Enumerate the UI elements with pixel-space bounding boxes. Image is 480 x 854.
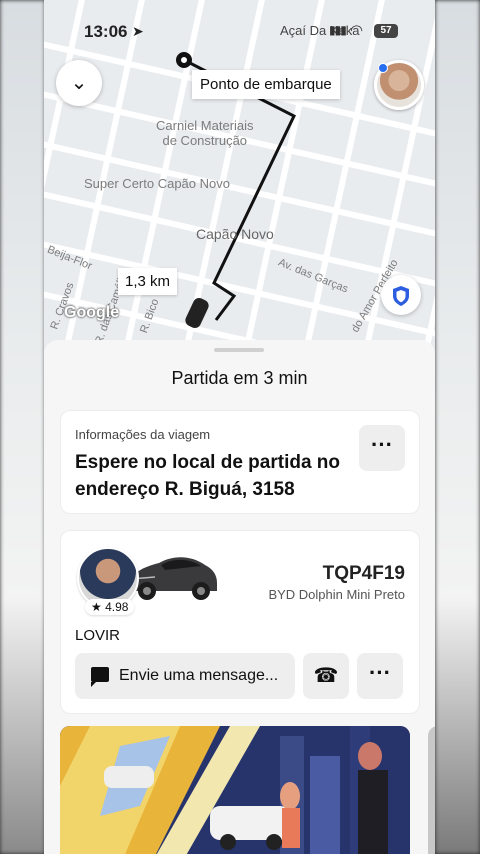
car-model: BYD Dolphin Mini Preto: [268, 587, 405, 602]
next-banner-peek[interactable]: [428, 726, 435, 854]
trip-info-card: Informações da viagem Espere no local de…: [60, 410, 420, 514]
promo-banner-image[interactable]: [60, 726, 410, 854]
departure-title: Partida em 3 min: [171, 368, 308, 388]
map-place-hardware-store: Carniel Materiais de Construção: [156, 118, 254, 148]
shield-icon: [393, 286, 409, 306]
phone-screen: 13:06 ➤ Açaí Da Keka ▮▮▮ ◠ 57 ⌄ Ponto de…: [44, 0, 435, 854]
driver-more-button[interactable]: ···: [357, 653, 403, 699]
license-plate: TQP4F19: [322, 563, 405, 584]
trip-info-subtitle: Informações da viagem: [75, 427, 211, 442]
wifi-icon: ◠: [350, 22, 364, 39]
battery-icon: 57: [374, 24, 398, 38]
trip-bottom-sheet: Partida em 3 min Informações da viagem E…: [44, 340, 435, 854]
status-bar: 13:06 ➤ Açaí Da Keka ▮▮▮ ◠ 57: [44, 20, 435, 44]
safety-shield-button[interactable]: [381, 275, 421, 315]
send-message-button[interactable]: Envie uma mensage...: [75, 653, 295, 699]
google-logo: Google: [64, 304, 120, 321]
location-arrow-icon: ➤: [132, 23, 144, 39]
driver-card: ★ 4.98 TQP4F19 BYD Dolphin Mini Preto LO…: [60, 530, 420, 714]
driver-rating: ★ 4.98: [85, 599, 135, 615]
trip-more-button[interactable]: ···: [359, 425, 405, 471]
message-icon: [91, 667, 109, 687]
collapse-button[interactable]: ⌄: [56, 60, 102, 106]
signal-icon: ▮▮▮: [329, 23, 347, 37]
map-neighborhood: Capão Novo: [196, 226, 274, 242]
pickup-label: Ponto de embarque: [192, 70, 340, 99]
map-place-supermarket: Super Certo Capão Novo: [84, 176, 230, 191]
phone-icon: ☎: [313, 665, 339, 687]
chevron-down-icon: ⌄: [70, 72, 88, 94]
map-view[interactable]: 13:06 ➤ Açaí Da Keka ▮▮▮ ◠ 57 ⌄ Ponto de…: [44, 0, 435, 350]
status-time: 13:06: [84, 22, 128, 41]
sheet-handle[interactable]: [214, 348, 264, 352]
trip-info-text: Espere no local de partida no endereço R…: [75, 452, 341, 500]
status-carrier: Açaí Da Keka: [280, 23, 360, 38]
driver-name: LOVIR: [75, 627, 121, 644]
send-message-label: Envie uma mensage...: [119, 667, 279, 684]
notification-dot: [378, 63, 388, 73]
distance-label: 1,3 km: [118, 268, 178, 295]
background-blur-right: [435, 0, 480, 854]
background-blur-left: [0, 0, 45, 854]
call-driver-button[interactable]: ☎: [303, 653, 349, 699]
